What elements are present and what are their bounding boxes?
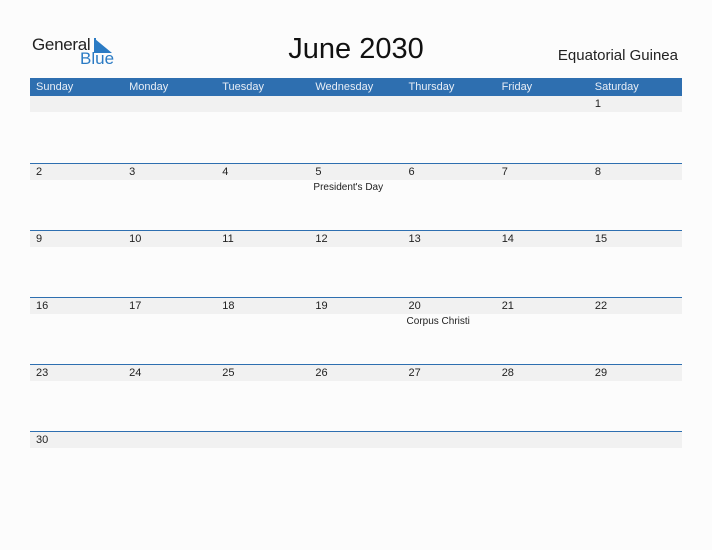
day-cell[interactable]: 16 <box>30 298 123 364</box>
day-number: 23 <box>36 367 49 379</box>
day-number: 4 <box>222 166 229 178</box>
day-cell[interactable]: 6 <box>403 164 496 230</box>
country-label: Equatorial Guinea <box>557 47 678 64</box>
weekday-monday: Monday <box>129 81 169 93</box>
day-cell[interactable] <box>496 432 589 498</box>
day-number: 8 <box>594 166 601 178</box>
day-cell[interactable] <box>496 96 589 163</box>
week-row: 2 3 4 5 President's Day 6 7 8 <box>30 163 682 230</box>
day-number: 15 <box>594 233 608 245</box>
day-cell[interactable] <box>216 96 309 163</box>
day-cell[interactable]: 12 <box>309 231 402 297</box>
day-number: 10 <box>129 233 142 245</box>
day-number: 11 <box>222 233 234 245</box>
day-number: 28 <box>501 367 514 379</box>
week-row: 16 17 18 19 20 Corpus Christi 21 22 <box>30 297 682 364</box>
day-cell[interactable]: 14 <box>496 231 589 297</box>
day-number: 12 <box>315 233 328 245</box>
day-cell[interactable] <box>216 432 309 498</box>
day-cell[interactable] <box>589 432 682 498</box>
day-number: 1 <box>594 98 601 110</box>
day-cell[interactable]: 30 <box>30 432 123 498</box>
day-cell[interactable]: 11 <box>216 231 309 297</box>
day-cell[interactable]: 19 <box>309 298 402 364</box>
day-cell[interactable]: 21 <box>496 298 589 364</box>
day-number: 7 <box>501 166 508 178</box>
day-number: 24 <box>129 367 142 379</box>
day-number: 14 <box>501 233 514 245</box>
day-number: 3 <box>129 166 136 178</box>
day-cell[interactable] <box>123 432 216 498</box>
day-number: 2 <box>36 166 43 178</box>
day-number: 25 <box>222 367 235 379</box>
day-cell[interactable]: 15 <box>589 231 682 297</box>
day-number: 27 <box>408 367 421 379</box>
day-cell[interactable]: 1 <box>589 96 682 163</box>
day-number: 16 <box>36 300 49 312</box>
holiday-label: Corpus Christi <box>406 316 470 327</box>
day-number: 20 <box>408 300 421 312</box>
weekday-header: Sunday Monday Tuesday Wednesday Thursday Frid… <box>30 78 682 96</box>
weekday-tuesday: Tuesday <box>222 81 265 93</box>
weekday-wednesday: Wednesday <box>315 81 374 93</box>
day-number: 9 <box>36 233 43 245</box>
day-number: 18 <box>222 300 235 312</box>
day-number: 19 <box>315 300 328 312</box>
day-cell[interactable] <box>309 432 402 498</box>
day-cell[interactable]: 2 <box>30 164 123 230</box>
day-cell[interactable]: 4 <box>216 164 309 230</box>
weekday-thursday: Thursday <box>408 81 455 93</box>
day-cell[interactable]: 27 <box>403 365 496 431</box>
day-number: 22 <box>594 300 608 312</box>
day-cell[interactable]: 18 <box>216 298 309 364</box>
weekday-friday: Friday <box>501 81 533 93</box>
day-cell[interactable]: 26 <box>309 365 402 431</box>
day-number: 29 <box>594 367 608 379</box>
day-cell[interactable]: 20 Corpus Christi <box>403 298 496 364</box>
day-number: 30 <box>36 434 49 446</box>
day-cell[interactable]: 3 <box>123 164 216 230</box>
week-row: 9 10 11 12 13 14 15 <box>30 230 682 297</box>
day-cell[interactable] <box>30 96 123 163</box>
day-number: 13 <box>408 233 421 245</box>
day-cell[interactable]: 10 <box>123 231 216 297</box>
day-number: 5 <box>315 166 322 178</box>
calendar-grid: 1 2 3 4 5 President's Day 6 7 8 9 10 11 12 13 14 15 16 17… <box>30 96 682 498</box>
day-cell[interactable]: 17 <box>123 298 216 364</box>
day-cell[interactable]: 24 <box>123 365 216 431</box>
day-cell[interactable] <box>403 96 496 163</box>
day-cell[interactable]: 8 <box>589 164 682 230</box>
day-number: 17 <box>129 300 142 312</box>
week-row: 1 <box>30 96 682 163</box>
weekday-sunday: Sunday <box>36 81 74 93</box>
day-number: 6 <box>408 166 415 178</box>
week-row: 30 <box>30 431 682 498</box>
day-cell[interactable]: 22 <box>589 298 682 364</box>
day-cell[interactable] <box>403 432 496 498</box>
day-cell[interactable] <box>123 96 216 163</box>
day-cell[interactable] <box>309 96 402 163</box>
day-number: 21 <box>501 300 514 312</box>
week-row: 23 24 25 26 27 28 29 <box>30 364 682 431</box>
day-cell[interactable]: 9 <box>30 231 123 297</box>
day-cell[interactable]: 5 President's Day <box>309 164 402 230</box>
day-cell[interactable]: 25 <box>216 365 309 431</box>
weekday-saturday: Saturday <box>594 81 639 93</box>
day-number: 26 <box>315 367 328 379</box>
day-cell[interactable]: 28 <box>496 365 589 431</box>
day-cell[interactable]: 29 <box>589 365 682 431</box>
day-cell[interactable]: 13 <box>403 231 496 297</box>
holiday-label: President's Day <box>313 182 384 193</box>
day-cell[interactable]: 23 <box>30 365 123 431</box>
day-cell[interactable]: 7 <box>496 164 589 230</box>
